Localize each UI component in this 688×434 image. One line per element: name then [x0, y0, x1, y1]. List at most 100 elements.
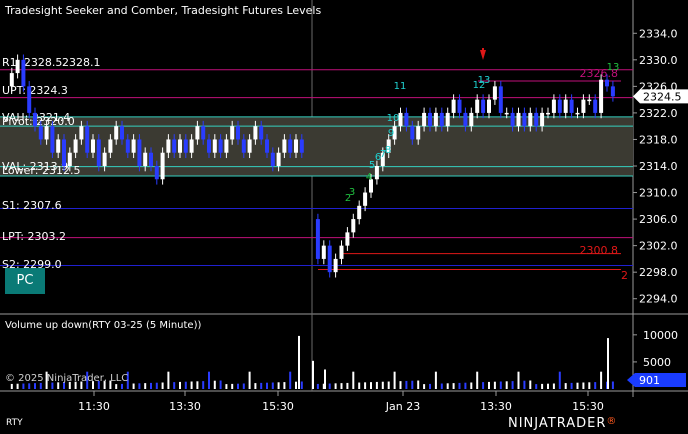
- candle-body: [253, 126, 258, 140]
- seq-count-far: 13: [607, 62, 620, 73]
- candle-body: [439, 112, 444, 127]
- candle-body: [120, 126, 124, 140]
- candle-body: [374, 166, 379, 180]
- candle-body: [422, 112, 427, 127]
- candle-body: [498, 86, 503, 113]
- candle-body: [288, 139, 293, 153]
- candle-body: [327, 245, 332, 273]
- red-level-value: 2300.8: [580, 244, 619, 257]
- candle-body: [363, 192, 368, 206]
- current-volume-value: 901: [639, 374, 660, 387]
- candle-body: [610, 86, 615, 97]
- candle-body: [125, 139, 130, 153]
- candle-body: [102, 152, 107, 166]
- candle-body: [114, 126, 119, 140]
- candle-body: [79, 126, 84, 140]
- level-label-r1-extra: 2328.1: [62, 56, 101, 69]
- candle-body: [487, 99, 491, 113]
- candle-body: [575, 112, 580, 115]
- candle-body: [428, 112, 432, 127]
- candle-body: [410, 126, 415, 140]
- candle-body: [270, 152, 275, 166]
- time-tick-label: 15:30: [572, 400, 604, 413]
- level-label-pivot: Pivot: 2320.0: [2, 115, 75, 128]
- candle-body: [345, 232, 350, 246]
- current-price-value: 2324.5: [643, 90, 682, 103]
- candle-body: [33, 112, 37, 127]
- price-chart[interactable]: R1: 2328.5UPT: 2324.3VAH: 2321.4Pivot: 2…: [0, 0, 688, 434]
- candle-body: [294, 139, 298, 153]
- candle-body: [195, 126, 200, 140]
- candle-body: [27, 86, 32, 113]
- candle-body: [276, 152, 281, 166]
- candle-body: [299, 139, 304, 153]
- price-tick-label: 2318.0: [639, 133, 678, 146]
- candle-body: [44, 126, 49, 140]
- candle-body: [457, 99, 462, 113]
- pc-button[interactable]: PC: [5, 268, 45, 294]
- candle-body: [189, 139, 194, 153]
- candle-body: [201, 126, 206, 140]
- candle-body: [587, 99, 592, 102]
- price-tick-label: 2330.0: [639, 54, 678, 67]
- price-tick-label: 2310.0: [639, 187, 678, 200]
- volume-tick-label: 5000: [643, 356, 671, 369]
- candle-body: [50, 126, 55, 153]
- candle-body: [241, 139, 246, 153]
- brand-name: NINJATRADER: [508, 416, 607, 431]
- down-arrow-icon: [480, 48, 486, 60]
- candle-body: [475, 99, 480, 113]
- candle-body: [451, 99, 456, 113]
- candle-body: [236, 126, 240, 140]
- price-tick-label: 2314.0: [639, 160, 678, 173]
- candle-body: [404, 112, 409, 127]
- time-tick-label: 15:30: [262, 400, 294, 413]
- candle-body: [183, 139, 188, 153]
- time-tick-label: Jan 23: [385, 400, 420, 413]
- candle-body: [265, 139, 269, 153]
- candle-body: [433, 112, 438, 127]
- candle-body: [85, 126, 90, 153]
- candle-body: [445, 112, 450, 127]
- candle-body: [131, 139, 136, 153]
- candle-body: [247, 139, 252, 153]
- candle-body: [259, 126, 264, 140]
- brand-mark: ®: [606, 416, 618, 427]
- candle-body: [166, 139, 171, 153]
- candle-body: [172, 139, 177, 153]
- candle-body: [605, 79, 609, 87]
- candle-body: [154, 166, 159, 180]
- candle-body: [510, 112, 515, 127]
- candle-body: [593, 99, 598, 113]
- candle-body: [481, 99, 486, 113]
- candle-body: [96, 139, 101, 166]
- candle-body: [528, 112, 533, 127]
- seq-count-11: 11: [394, 81, 407, 92]
- copyright-text: © 2025 NinjaTrader, LLC: [5, 373, 129, 384]
- candle-body: [333, 258, 338, 273]
- candle-body: [67, 152, 72, 166]
- ninjatrader-logo: NINJATRADER®: [508, 416, 617, 431]
- candle-body: [137, 139, 142, 166]
- seq-count-8: 8: [385, 145, 391, 156]
- price-tick-label: 2322.0: [639, 107, 678, 120]
- candle-body: [522, 112, 527, 127]
- level-label-lpt: LPT: 2303.2: [2, 230, 66, 243]
- candle-body: [463, 112, 468, 127]
- candle-body: [9, 73, 14, 87]
- candle-body: [416, 126, 421, 140]
- edge-level-label: 2: [621, 269, 628, 282]
- price-tick-label: 2334.0: [639, 27, 678, 40]
- candle-body: [315, 219, 320, 259]
- candle-body: [492, 86, 497, 100]
- seq-count-3: 3: [349, 187, 355, 198]
- candle-body: [339, 245, 344, 259]
- volume-panel-title: Volume up down(RTY 03-25 (5 Minute)): [5, 320, 202, 331]
- candle-body: [321, 245, 326, 259]
- candle-body: [534, 112, 539, 127]
- candle-body: [38, 126, 43, 140]
- candle-body: [15, 59, 20, 74]
- candle-body: [21, 59, 26, 87]
- candle-body: [207, 139, 211, 153]
- candle-body: [230, 126, 235, 140]
